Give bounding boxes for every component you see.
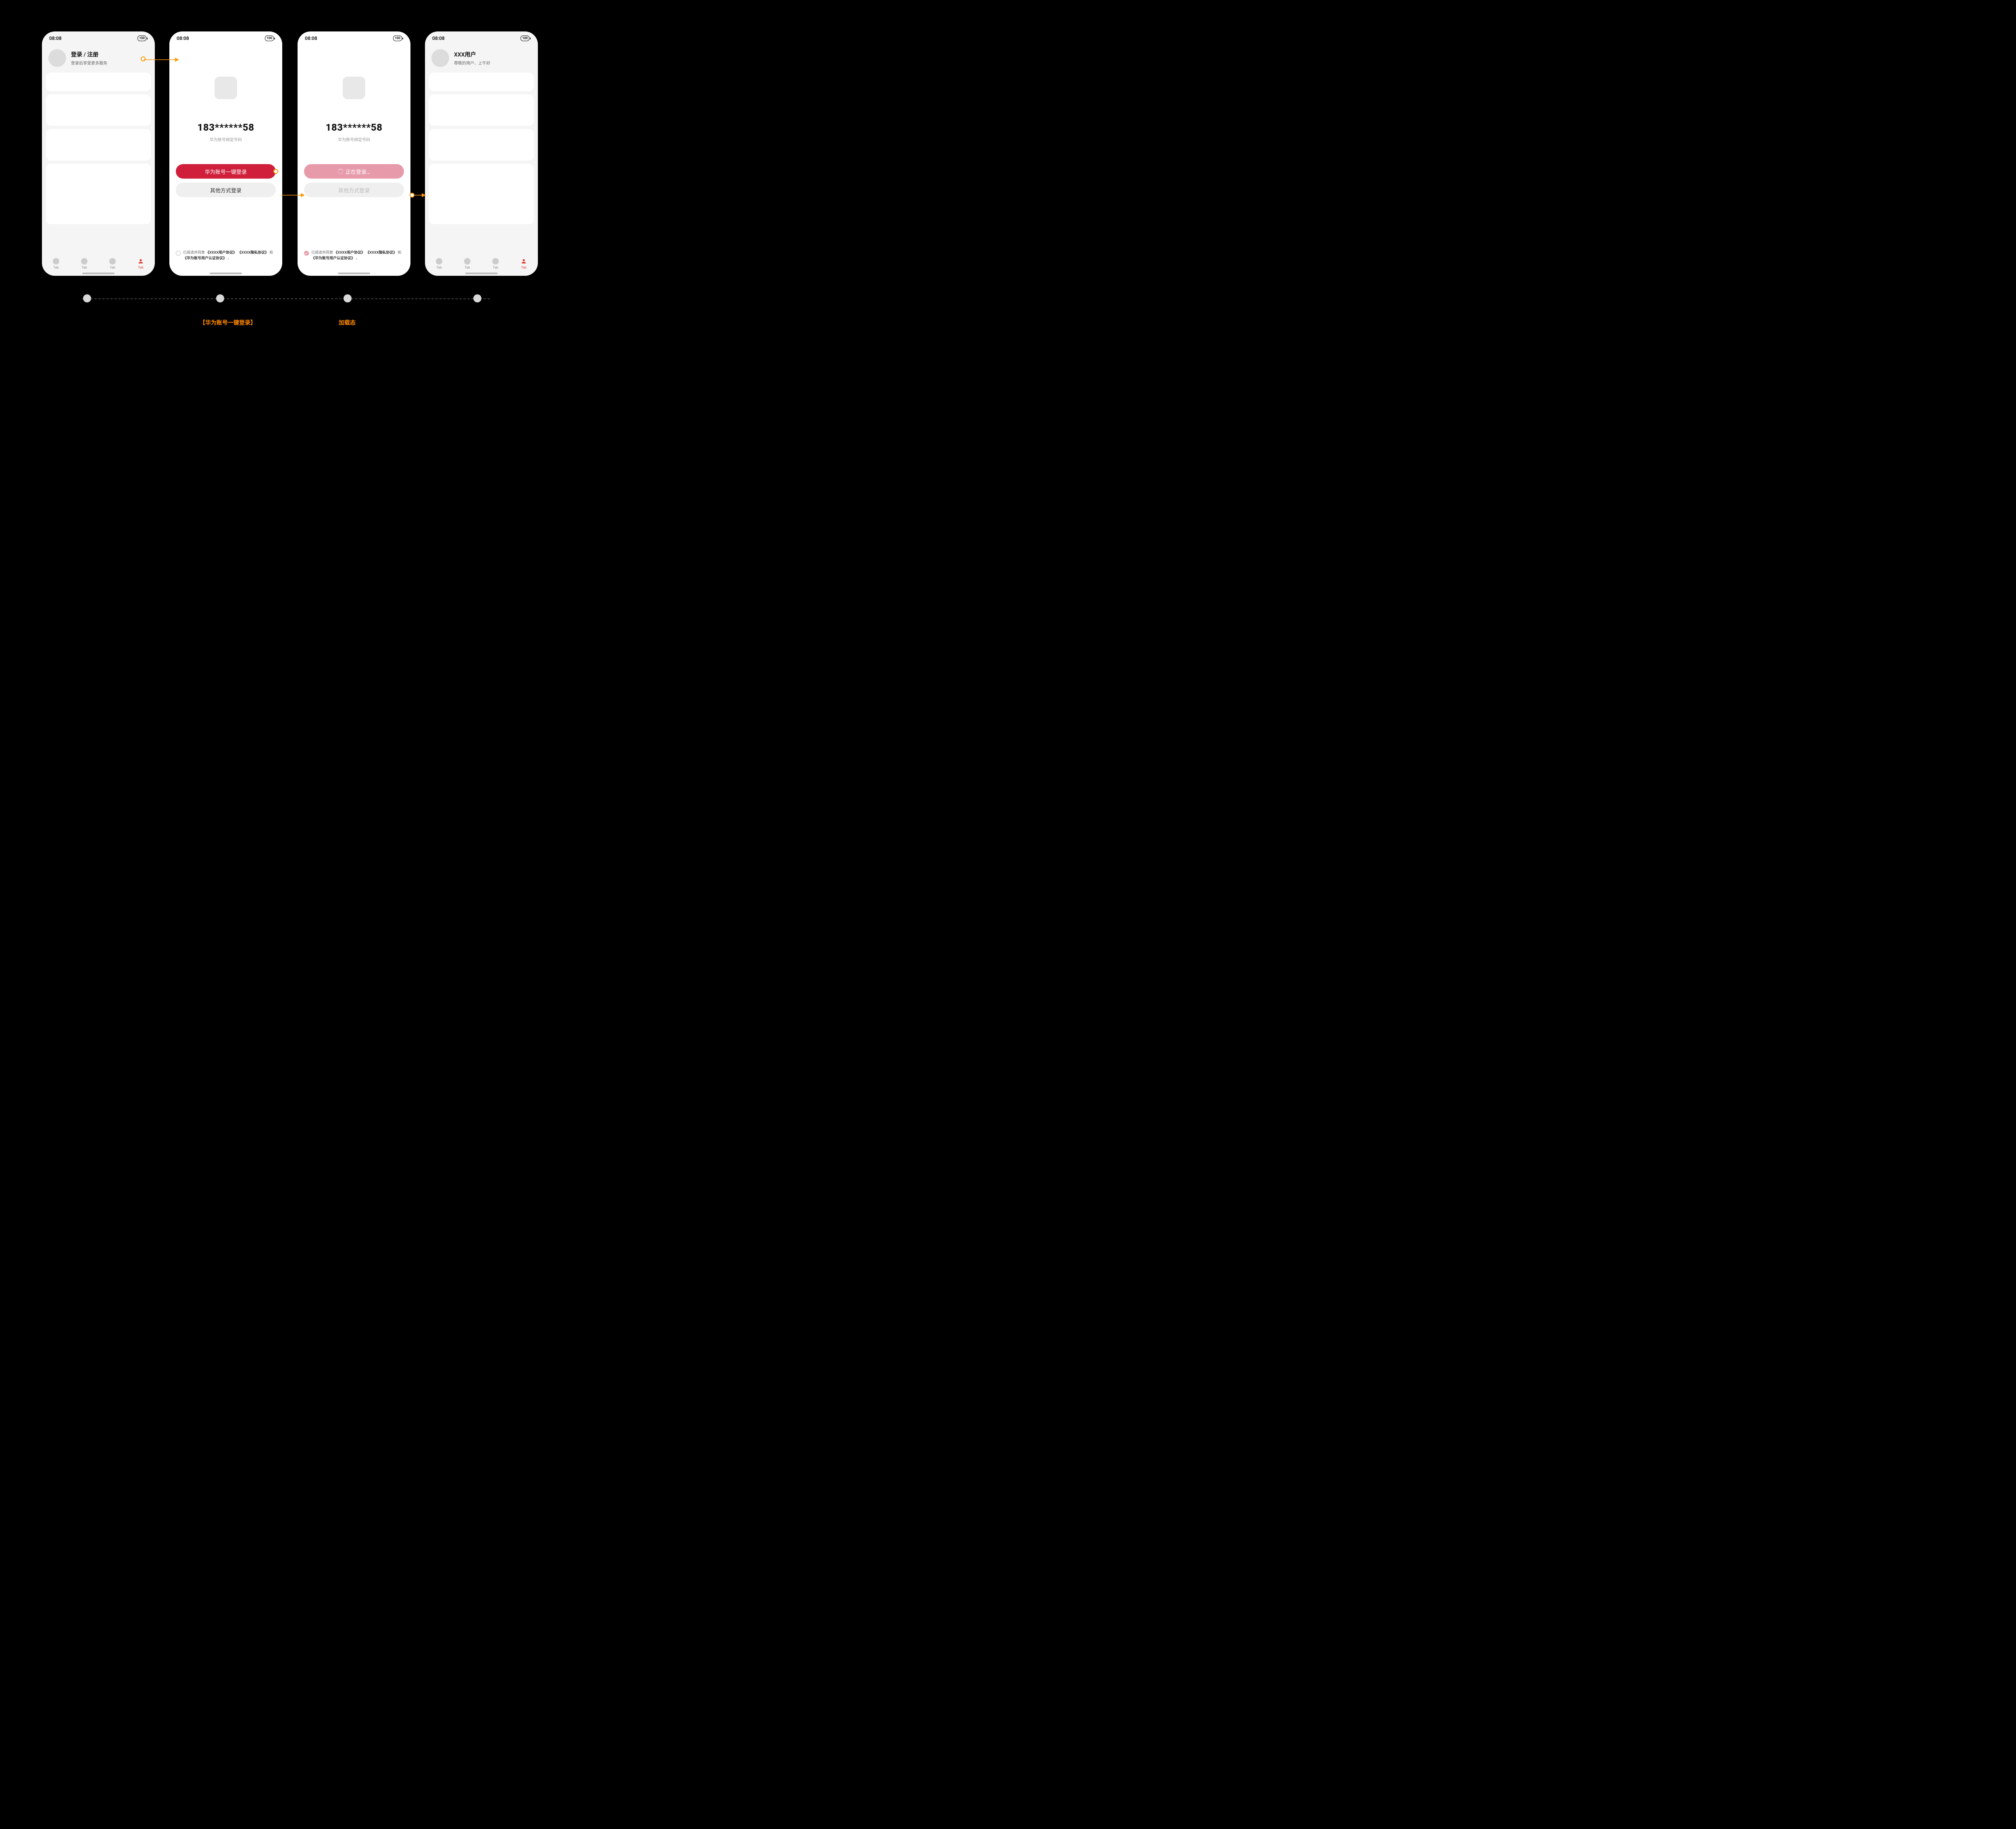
tab-bar: Tab Tab Tab Tab: [42, 255, 155, 272]
battery-icon: 100: [393, 35, 403, 41]
battery-icon: 100: [521, 35, 531, 41]
card-list: [42, 73, 155, 224]
agreement-text: 已阅读并同意 《XXXX用户协议》 《XXXX隐私协议》 和 《华为账号用户认证…: [311, 250, 401, 261]
button-label: 其他方式登录: [338, 186, 370, 194]
other-login-button: 其他方式登录: [304, 183, 404, 197]
masked-phone-number: 183******58: [298, 122, 410, 133]
masked-phone-number: 183******58: [169, 122, 282, 133]
app-icon: [343, 77, 365, 99]
greeting: 尊敬的用户，上午好: [454, 60, 490, 66]
status-time: 08:08: [49, 35, 62, 41]
placeholder-card[interactable]: [46, 73, 151, 91]
placeholder-card[interactable]: [46, 129, 151, 160]
status-time: 08:08: [305, 35, 317, 41]
status-time: 08:08: [177, 35, 189, 41]
screen-login-loading: 08:08 100 183******58 华为账号绑定号码 正在登录… 其他方…: [298, 31, 410, 276]
button-label: 华为账号一键登录: [205, 168, 247, 175]
screen-logged-out-profile: 08:08 100 登录 / 注册 登录后享受更多服务 Tab Tab Tab: [42, 31, 155, 276]
timeline: [82, 298, 490, 299]
tab-icon: [436, 258, 442, 265]
timeline-dot: [83, 294, 91, 302]
huawei-auth-agreement-link[interactable]: 《华为账号用户认证协议》: [311, 256, 355, 260]
home-indicator[interactable]: [82, 273, 115, 274]
flow-marker: [273, 169, 278, 174]
tab-icon: [109, 258, 116, 265]
user-icon: [521, 258, 527, 265]
home-indicator[interactable]: [210, 273, 242, 274]
button-label: 其他方式登录: [210, 186, 242, 194]
placeholder-card[interactable]: [46, 164, 151, 224]
caption-one-tap: 【华为账号一键登录】: [200, 319, 256, 327]
flow-marker: [410, 193, 414, 198]
agreement-checkbox[interactable]: [304, 251, 309, 256]
avatar: [431, 49, 449, 67]
status-bar: 08:08 100: [298, 31, 410, 43]
status-bar: 08:08 100: [169, 31, 282, 43]
timeline-dot: [473, 294, 481, 302]
phone-subtitle: 华为账号绑定号码: [298, 136, 410, 142]
user-agreement-link[interactable]: 《XXXX用户协议》: [334, 251, 365, 255]
one-tap-login-button[interactable]: 华为账号一键登录: [176, 164, 276, 179]
user-agreement-link[interactable]: 《XXXX用户协议》: [206, 251, 237, 255]
agreement-checkbox[interactable]: [176, 251, 181, 256]
avatar: [48, 49, 66, 67]
tab-icon: [81, 258, 87, 265]
tab-item[interactable]: Tab: [464, 258, 471, 269]
home-indicator[interactable]: [465, 273, 498, 274]
battery-icon: 100: [265, 35, 275, 41]
screen-one-tap-login: 08:08 100 183******58 华为账号绑定号码 华为账号一键登录 …: [169, 31, 282, 276]
app-icon: [215, 77, 237, 99]
home-indicator[interactable]: [338, 273, 370, 274]
button-label: 正在登录…: [346, 168, 370, 175]
profile-header[interactable]: 登录 / 注册 登录后享受更多服务: [42, 43, 155, 70]
user-icon: [137, 258, 144, 265]
tab-item[interactable]: Tab: [81, 258, 87, 269]
privacy-agreement-link[interactable]: 《XXXX隐私协议》: [366, 251, 397, 255]
battery-icon: 100: [137, 35, 148, 41]
tab-item[interactable]: Tab: [436, 258, 442, 269]
tab-icon: [53, 258, 59, 265]
placeholder-card[interactable]: [46, 94, 151, 126]
tab-icon: [464, 258, 471, 265]
login-loading-button: 正在登录…: [304, 164, 404, 179]
screen-logged-in-profile: 08:08 100 XXX用户 尊敬的用户，上午好 Tab Tab Tab Ta…: [425, 31, 538, 276]
spinner-icon: [338, 169, 343, 174]
username: XXX用户: [454, 50, 490, 58]
status-bar: 08:08 100: [425, 31, 538, 43]
tab-item-me[interactable]: Tab: [137, 258, 144, 269]
profile-header[interactable]: XXX用户 尊敬的用户，上午好: [425, 43, 538, 70]
caption-loading: 加载态: [339, 319, 356, 327]
tab-item[interactable]: Tab: [53, 258, 59, 269]
placeholder-card[interactable]: [429, 164, 534, 224]
tab-bar: Tab Tab Tab Tab: [425, 255, 538, 272]
placeholder-card[interactable]: [429, 129, 534, 160]
tab-item[interactable]: Tab: [109, 258, 116, 269]
phone-subtitle: 华为账号绑定号码: [169, 136, 282, 142]
card-list: [425, 73, 538, 224]
timeline-dot: [344, 294, 352, 302]
tab-item[interactable]: Tab: [492, 258, 499, 269]
flow-marker: [141, 56, 146, 61]
status-time: 08:08: [432, 35, 445, 41]
status-bar: 08:08 100: [42, 31, 155, 43]
login-register-link[interactable]: 登录 / 注册: [71, 50, 107, 58]
other-login-button[interactable]: 其他方式登录: [176, 183, 276, 197]
huawei-auth-agreement-link[interactable]: 《华为账号用户认证协议》: [183, 256, 227, 260]
profile-subtitle: 登录后享受更多服务: [71, 60, 107, 66]
placeholder-card[interactable]: [429, 94, 534, 126]
timeline-dot: [216, 294, 224, 302]
agreement-row: 已阅读并同意 《XXXX用户协议》 《XXXX隐私协议》 和 《华为账号用户认证…: [304, 250, 404, 261]
tab-icon: [492, 258, 499, 265]
tab-item-me[interactable]: Tab: [521, 258, 527, 269]
agreement-text: 已阅读并同意 《XXXX用户协议》 《XXXX隐私协议》 和 《华为账号用户认证…: [183, 250, 273, 261]
placeholder-card[interactable]: [429, 73, 534, 91]
privacy-agreement-link[interactable]: 《XXXX隐私协议》: [237, 251, 269, 255]
agreement-row: 已阅读并同意 《XXXX用户协议》 《XXXX隐私协议》 和 《华为账号用户认证…: [176, 250, 276, 261]
